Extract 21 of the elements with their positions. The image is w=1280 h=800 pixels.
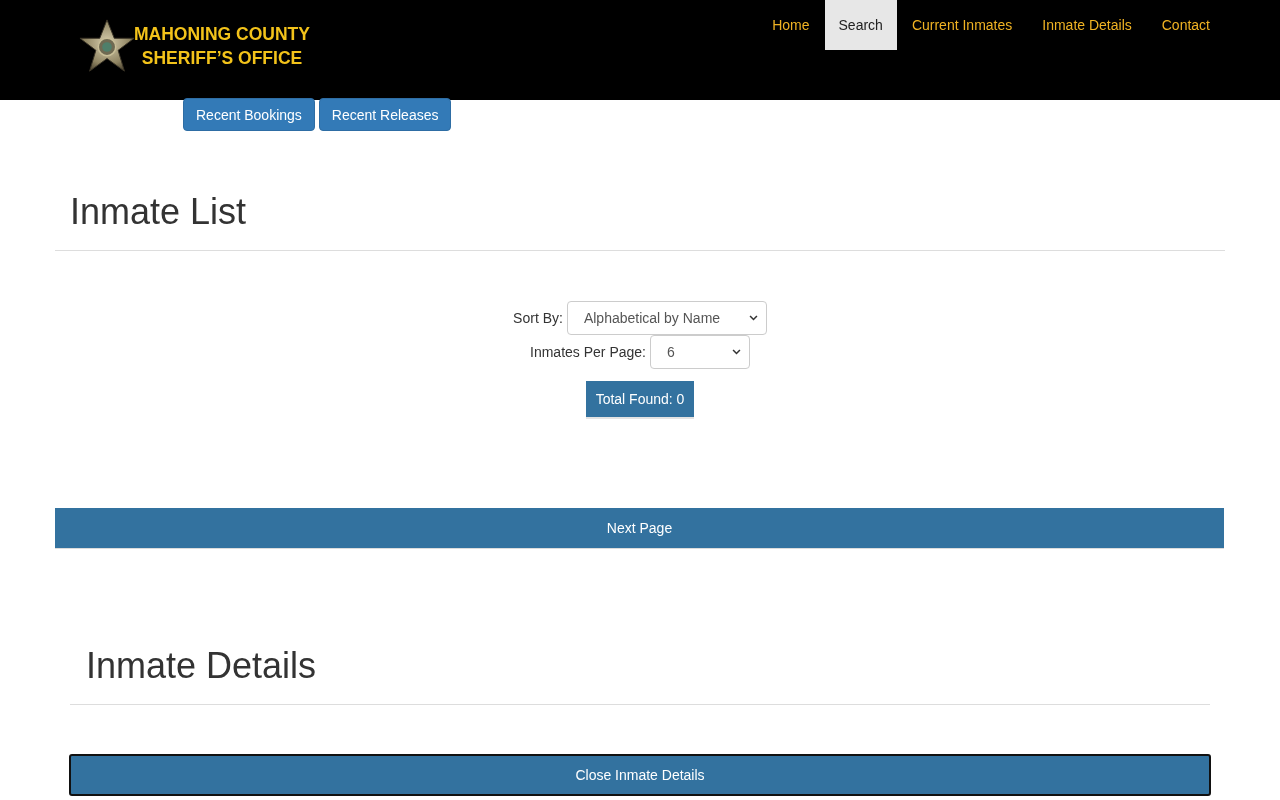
quick-link-button[interactable]: Recent Releases	[318, 98, 452, 131]
chevron-down-icon	[748, 315, 758, 321]
per-page-label: Inmates Per Page:	[530, 344, 646, 360]
nav-link[interactable]: Current Inmates	[896, 0, 1028, 50]
star-badge-icon	[78, 18, 136, 74]
sort-by-select[interactable]: Alphabetical by Name	[566, 301, 767, 335]
next-page-button[interactable]: Next Page	[55, 508, 1224, 548]
logo-text: MAHONING COUNTY	[134, 23, 310, 46]
section-heading: Inmate Details	[86, 646, 318, 686]
nav-link[interactable]: Search	[824, 0, 897, 50]
per-page-select[interactable]: 6	[649, 335, 750, 369]
sort-by-label: Sort By:	[513, 310, 563, 326]
close-details-button[interactable]: Close Inmate Details	[69, 754, 1211, 796]
section-heading: Inmate List	[70, 192, 248, 232]
total-found-badge: Total Found: 0	[585, 381, 695, 417]
logo-text: SHERIFF’S OFFICE	[141, 47, 303, 70]
quick-link-button[interactable]: Recent Bookings	[183, 98, 315, 131]
nav-link[interactable]: Contact	[1146, 0, 1225, 50]
nav-link[interactable]: Inmate Details	[1027, 0, 1147, 50]
chevron-down-icon	[731, 349, 741, 355]
nav-link[interactable]: Home	[757, 0, 825, 50]
